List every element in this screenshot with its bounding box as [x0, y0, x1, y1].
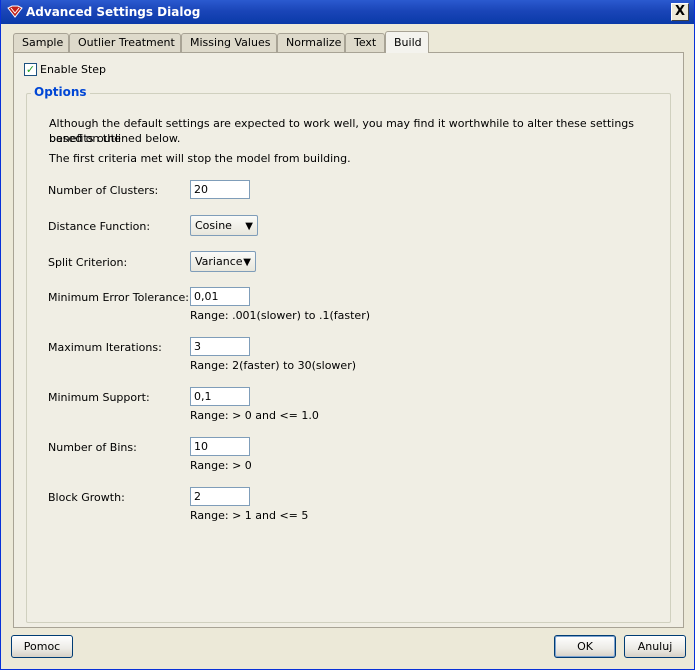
- description-line-2: benefits outlined below.: [49, 132, 181, 145]
- split-criterion-select[interactable]: Variance ▼: [190, 251, 256, 272]
- bins-input[interactable]: 10: [190, 437, 250, 456]
- split-criterion-value: Variance: [195, 255, 243, 268]
- min-support-label: Minimum Support:: [48, 391, 150, 404]
- distance-function-select[interactable]: Cosine ▼: [190, 215, 258, 236]
- clusters-input[interactable]: 20: [190, 180, 250, 199]
- bins-range: Range: > 0: [190, 459, 252, 472]
- tab-normalize[interactable]: Normalize: [277, 33, 345, 53]
- ok-button[interactable]: OK: [554, 635, 616, 658]
- tab-missing-values[interactable]: Missing Values: [181, 33, 277, 53]
- build-tab-panel: ✓ Enable Step Options Although the defau…: [13, 52, 684, 628]
- description-line-3: The first criteria met will stop the mod…: [49, 152, 351, 165]
- error-tolerance-input[interactable]: 0,01: [190, 287, 250, 306]
- options-group: Options Although the default settings ar…: [26, 85, 671, 623]
- tab-sample[interactable]: Sample: [13, 33, 69, 53]
- title-bar[interactable]: Advanced Settings Dialog X: [1, 0, 694, 24]
- min-support-range: Range: > 0 and <= 1.0: [190, 409, 319, 422]
- dropdown-arrow-icon: ▼: [245, 221, 253, 232]
- tab-build[interactable]: Build: [385, 31, 429, 53]
- tab-outlier-treatment[interactable]: Outlier Treatment: [69, 33, 181, 53]
- block-growth-label: Block Growth:: [48, 491, 125, 504]
- enable-step-label: Enable Step: [40, 63, 107, 76]
- cancel-button[interactable]: Anuluj: [624, 635, 686, 658]
- split-criterion-label: Split Criterion:: [48, 256, 128, 269]
- tab-text[interactable]: Text: [345, 33, 385, 53]
- error-tolerance-range: Range: .001(slower) to .1(faster): [190, 309, 371, 322]
- distance-function-label: Distance Function:: [48, 220, 151, 233]
- app-logo-icon: [7, 5, 23, 18]
- error-tolerance-label: Minimum Error Tolerance:: [48, 291, 189, 304]
- block-growth-range: Range: > 1 and <= 5: [190, 509, 309, 522]
- advanced-settings-dialog: Advanced Settings Dialog X Sample Outlie…: [0, 0, 695, 670]
- max-iterations-label: Maximum Iterations:: [48, 341, 162, 354]
- dropdown-arrow-icon: ▼: [243, 257, 251, 268]
- max-iterations-input[interactable]: 3: [190, 337, 250, 356]
- distance-function-value: Cosine: [195, 219, 232, 232]
- options-title: Options: [31, 85, 90, 99]
- bins-label: Number of Bins:: [48, 441, 137, 454]
- help-button[interactable]: Pomoc: [11, 635, 73, 658]
- close-button[interactable]: X: [671, 3, 689, 21]
- window-title: Advanced Settings Dialog: [26, 5, 201, 19]
- min-support-input[interactable]: 0,1: [190, 387, 250, 406]
- clusters-label: Number of Clusters:: [48, 184, 159, 197]
- block-growth-input[interactable]: 2: [190, 487, 250, 506]
- enable-step-checkbox[interactable]: ✓: [24, 63, 37, 76]
- max-iterations-range: Range: 2(faster) to 30(slower): [190, 359, 357, 372]
